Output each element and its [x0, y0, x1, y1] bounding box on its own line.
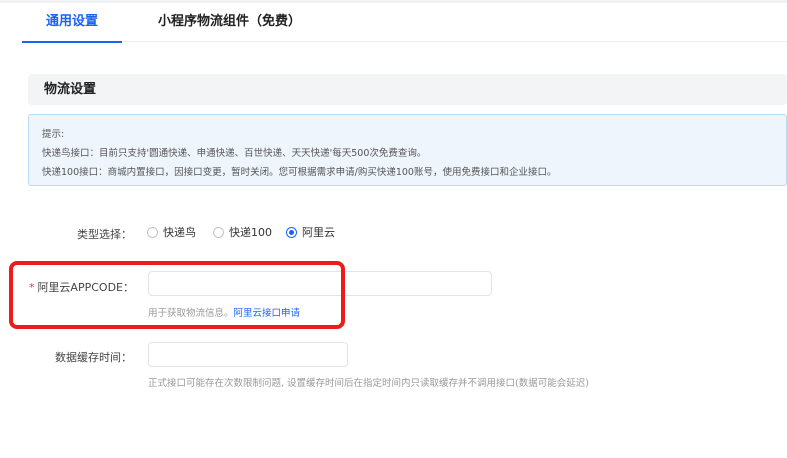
radio-circle: [213, 226, 224, 238]
tab-miniprogram-logistics[interactable]: 小程序物流组件（免费）: [158, 3, 301, 42]
highlight-annotation-box: [9, 261, 345, 329]
tip-heading: 提示:: [42, 129, 65, 140]
section-header: 物流设置: [28, 74, 787, 105]
radio-label: 快递100: [229, 226, 272, 239]
type-select-label: 类型选择：: [77, 228, 132, 241]
radio-label: 快递鸟: [163, 226, 196, 239]
section-title: 物流设置: [44, 82, 97, 97]
tab-bar: 通用设置 小程序物流组件（免费）: [22, 3, 787, 43]
radio-kuaidi100[interactable]: 快递100: [213, 225, 272, 239]
tip-kdniao: 快递鸟接口：目前只支持'圆通快递、申通快递、百世快递、天天快递'每天500次免费…: [42, 148, 427, 159]
radio-label: 阿里云: [302, 226, 335, 239]
cache-time-label: 数据缓存时间：: [55, 351, 132, 364]
tab-general-settings[interactable]: 通用设置: [22, 3, 122, 43]
radio-circle-checked: [286, 226, 297, 238]
tip-box: 提示: 快递鸟接口：目前只支持'圆通快递、申通快递、百世快递、天天快递'每天50…: [28, 114, 787, 186]
tip-kuaidi100: 快递100接口：商城内置接口，因接口变更，暂时关闭。您可根据需求申请/购买快递1…: [42, 167, 557, 178]
radio-kdniao[interactable]: 快递鸟: [147, 225, 196, 239]
radio-circle: [147, 226, 158, 238]
cache-time-input[interactable]: [148, 342, 348, 367]
radio-aliyun[interactable]: 阿里云: [286, 225, 335, 239]
cache-time-hint: 正式接口可能存在次数限制问题, 设置缓存时间后在指定时间内只读取缓存并不调用接口…: [148, 378, 589, 389]
